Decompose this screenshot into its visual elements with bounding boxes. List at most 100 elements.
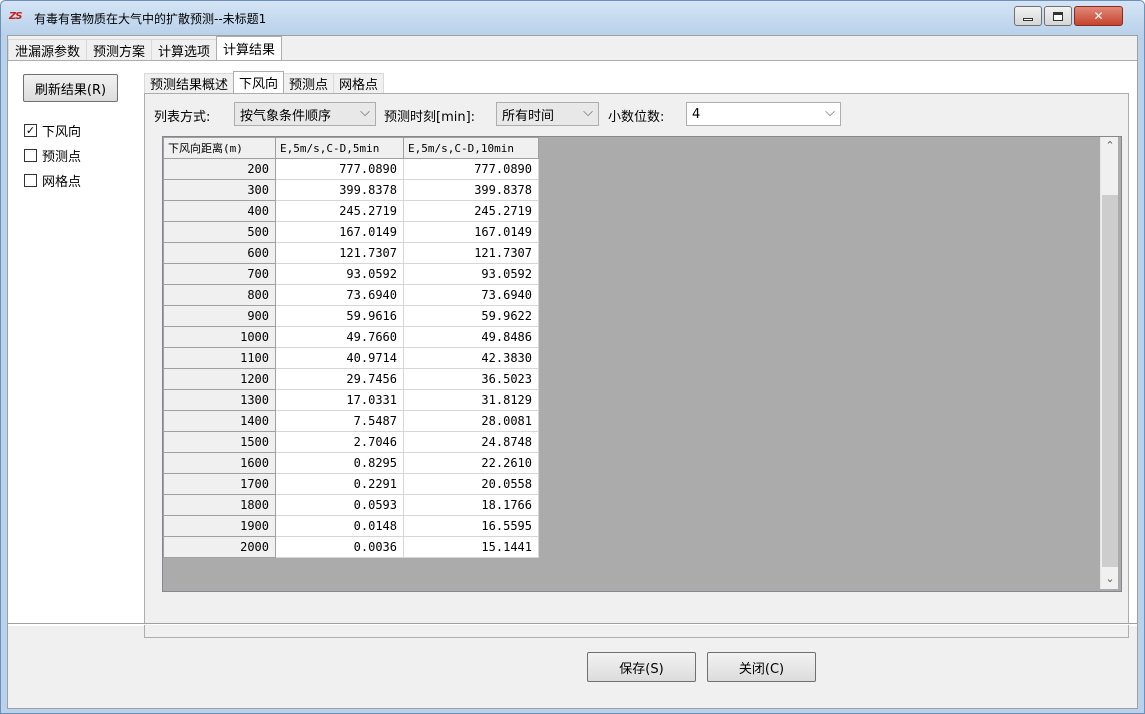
concentration-cell[interactable]: 73.6940 <box>403 284 539 306</box>
scrollbar-thumb[interactable] <box>1102 195 1118 567</box>
concentration-cell[interactable]: 31.8129 <box>403 389 539 411</box>
table-row[interactable]: 1900 0.0148 16.5595 <box>163 515 539 537</box>
concentration-cell[interactable]: 49.7660 <box>275 326 404 348</box>
concentration-cell[interactable]: 0.0148 <box>275 515 404 537</box>
concentration-cell[interactable]: 16.5595 <box>403 515 539 537</box>
refresh-results-button[interactable]: 刷新结果(R) <box>23 74 118 102</box>
column-header[interactable]: E,5m/s,C-D,10min <box>403 137 539 159</box>
distance-cell[interactable]: 400 <box>163 200 276 222</box>
concentration-cell[interactable]: 399.8378 <box>403 179 539 201</box>
distance-cell[interactable]: 900 <box>163 305 276 327</box>
concentration-cell[interactable]: 40.9714 <box>275 347 404 369</box>
distance-cell[interactable]: 1200 <box>163 368 276 390</box>
column-header[interactable]: E,5m/s,C-D,5min <box>275 137 404 159</box>
distance-cell[interactable]: 1800 <box>163 494 276 516</box>
concentration-cell[interactable]: 15.1441 <box>403 536 539 558</box>
distance-cell[interactable]: 1600 <box>163 452 276 474</box>
distance-cell[interactable]: 1700 <box>163 473 276 495</box>
table-row[interactable]: 500 167.0149 167.0149 <box>163 221 539 243</box>
concentration-cell[interactable]: 0.8295 <box>275 452 404 474</box>
scroll-down-icon[interactable]: ⌄ <box>1101 570 1119 588</box>
close-button[interactable]: 关闭(C) <box>707 652 816 682</box>
concentration-cell[interactable]: 28.0081 <box>403 410 539 432</box>
distance-cell[interactable]: 200 <box>163 158 276 180</box>
concentration-cell[interactable]: 24.8748 <box>403 431 539 453</box>
concentration-cell[interactable]: 0.0036 <box>275 536 404 558</box>
distance-cell[interactable]: 1500 <box>163 431 276 453</box>
distance-cell[interactable]: 1900 <box>163 515 276 537</box>
distance-cell[interactable]: 300 <box>163 179 276 201</box>
table-row[interactable]: 1700 0.2291 20.0558 <box>163 473 539 495</box>
concentration-cell[interactable]: 2.7046 <box>275 431 404 453</box>
distance-cell[interactable]: 1400 <box>163 410 276 432</box>
distance-cell[interactable]: 600 <box>163 242 276 264</box>
tab-calc-options[interactable]: 计算选项 <box>151 39 218 60</box>
checkbox-downwind[interactable]: ✓ 下风向 <box>24 121 81 140</box>
tab-leak-source[interactable]: 泄漏源参数 <box>8 39 88 60</box>
table-row[interactable]: 1800 0.0593 18.1766 <box>163 494 539 516</box>
concentration-cell[interactable]: 121.7307 <box>403 242 539 264</box>
concentration-cell[interactable]: 17.0331 <box>275 389 404 411</box>
concentration-cell[interactable]: 93.0592 <box>403 263 539 285</box>
table-row[interactable]: 200 777.0890 777.0890 <box>163 158 539 180</box>
concentration-cell[interactable]: 36.5023 <box>403 368 539 390</box>
concentration-cell[interactable]: 29.7456 <box>275 368 404 390</box>
maximize-button[interactable] <box>1044 6 1072 26</box>
concentration-cell[interactable]: 20.0558 <box>403 473 539 495</box>
tab-prediction-points[interactable]: 预测点 <box>283 73 335 93</box>
concentration-cell[interactable]: 7.5487 <box>275 410 404 432</box>
distance-cell[interactable]: 700 <box>163 263 276 285</box>
table-row[interactable]: 800 73.6940 73.6940 <box>163 284 539 306</box>
table-row[interactable]: 400 245.2719 245.2719 <box>163 200 539 222</box>
scroll-up-icon[interactable]: ⌃ <box>1101 137 1119 155</box>
concentration-cell[interactable]: 59.9622 <box>403 305 539 327</box>
table-row[interactable]: 1400 7.5487 28.0081 <box>163 410 539 432</box>
table-row[interactable]: 2000 0.0036 15.1441 <box>163 536 539 558</box>
tab-overview[interactable]: 预测结果概述 <box>144 73 235 93</box>
concentration-cell[interactable]: 18.1766 <box>403 494 539 516</box>
checkbox-grid-points[interactable]: 网格点 <box>24 171 81 190</box>
distance-cell[interactable]: 500 <box>163 221 276 243</box>
table-row[interactable]: 1500 2.7046 24.8748 <box>163 431 539 453</box>
distance-cell[interactable]: 2000 <box>163 536 276 558</box>
save-button[interactable]: 保存(S) <box>587 652 696 682</box>
table-row[interactable]: 1300 17.0331 31.8129 <box>163 389 539 411</box>
concentration-cell[interactable]: 42.3830 <box>403 347 539 369</box>
concentration-cell[interactable]: 245.2719 <box>403 200 539 222</box>
concentration-cell[interactable]: 121.7307 <box>275 242 404 264</box>
table-row[interactable]: 1000 49.7660 49.8486 <box>163 326 539 348</box>
concentration-cell[interactable]: 777.0890 <box>275 158 404 180</box>
concentration-cell[interactable]: 245.2719 <box>275 200 404 222</box>
close-window-button[interactable]: ✕ <box>1074 6 1123 26</box>
tab-downwind[interactable]: 下风向 <box>233 71 285 93</box>
concentration-cell[interactable]: 93.0592 <box>275 263 404 285</box>
concentration-cell[interactable]: 73.6940 <box>275 284 404 306</box>
table-row[interactable]: 1600 0.8295 22.2610 <box>163 452 539 474</box>
minimize-button[interactable] <box>1014 6 1042 26</box>
table-row[interactable]: 1200 29.7456 36.5023 <box>163 368 539 390</box>
tab-grid-points[interactable]: 网格点 <box>333 73 385 93</box>
table-row[interactable]: 600 121.7307 121.7307 <box>163 242 539 264</box>
concentration-cell[interactable]: 777.0890 <box>403 158 539 180</box>
distance-cell[interactable]: 1100 <box>163 347 276 369</box>
vertical-scrollbar[interactable]: ⌃ ⌄ <box>1100 137 1118 589</box>
column-header[interactable]: 下风向距离(m) <box>163 137 276 159</box>
tab-prediction-plan[interactable]: 预测方案 <box>86 39 153 60</box>
tab-calc-results[interactable]: 计算结果 <box>216 36 283 60</box>
distance-cell[interactable]: 1000 <box>163 326 276 348</box>
distance-cell[interactable]: 1300 <box>163 389 276 411</box>
table-row[interactable]: 900 59.9616 59.9622 <box>163 305 539 327</box>
concentration-cell[interactable]: 167.0149 <box>403 221 539 243</box>
table-row[interactable]: 700 93.0592 93.0592 <box>163 263 539 285</box>
concentration-cell[interactable]: 167.0149 <box>275 221 404 243</box>
checkbox-prediction-points[interactable]: 预测点 <box>24 146 81 165</box>
concentration-cell[interactable]: 0.2291 <box>275 473 404 495</box>
concentration-cell[interactable]: 22.2610 <box>403 452 539 474</box>
table-row[interactable]: 300 399.8378 399.8378 <box>163 179 539 201</box>
concentration-cell[interactable]: 0.0593 <box>275 494 404 516</box>
concentration-cell[interactable]: 399.8378 <box>275 179 404 201</box>
concentration-cell[interactable]: 59.9616 <box>275 305 404 327</box>
concentration-cell[interactable]: 49.8486 <box>403 326 539 348</box>
distance-cell[interactable]: 800 <box>163 284 276 306</box>
table-row[interactable]: 1100 40.9714 42.3830 <box>163 347 539 369</box>
